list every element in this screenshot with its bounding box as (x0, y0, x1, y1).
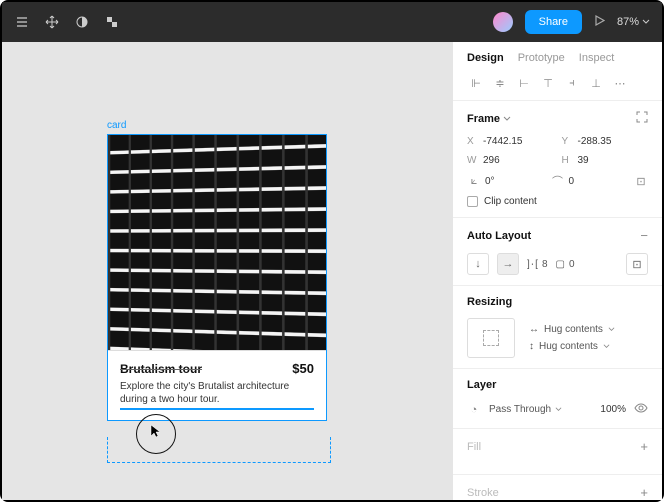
tab-design[interactable]: Design (467, 52, 504, 64)
frame-label[interactable]: card (107, 120, 126, 131)
section-auto-layout: Auto Layout − ↓ → ]۰[8 ▢0 ⊡ (453, 217, 662, 285)
align-center-v-icon[interactable]: ⫞ (563, 76, 581, 90)
align-top-icon[interactable]: ⊤ (539, 76, 557, 90)
text-selection-line (120, 408, 314, 410)
align-bottom-icon[interactable]: ⊥ (587, 76, 605, 90)
align-right-icon[interactable]: ⊢ (515, 76, 533, 90)
resize-constraint-widget[interactable] (467, 318, 515, 358)
align-center-h-icon[interactable]: ≑ (491, 76, 509, 90)
radius-value[interactable]: 0 (569, 176, 575, 187)
zoom-dropdown[interactable]: 87% (617, 16, 650, 28)
present-icon[interactable] (594, 15, 605, 29)
add-fill-icon[interactable]: + (640, 439, 648, 454)
add-stroke-icon[interactable]: + (640, 485, 648, 500)
tab-inspect[interactable]: Inspect (579, 52, 614, 64)
opacity-value[interactable]: 100% (600, 404, 626, 415)
tab-prototype[interactable]: Prototype (518, 52, 565, 64)
resizing-title: Resizing (467, 296, 512, 308)
section-frame: Frame X -7442.15 Y -288.35 W 296 H 39 ⟀ 0° ⌒ 0… (453, 100, 662, 217)
section-stroke: Stroke + (453, 474, 662, 500)
align-left-icon[interactable]: ⊩ (467, 76, 485, 90)
blend-mode-dropdown[interactable]: Pass Through (489, 404, 562, 415)
card-image (108, 135, 326, 350)
top-toolbar: Share 87% (2, 2, 662, 42)
section-fill: Fill + (453, 428, 662, 474)
auto-layout-title: Auto Layout (467, 230, 531, 242)
contrast-icon[interactable] (74, 14, 90, 30)
resize-guide (107, 437, 331, 463)
share-button[interactable]: Share (525, 10, 582, 34)
card-title[interactable]: Brutalism tour (120, 362, 202, 376)
layer-title: Layer (467, 379, 496, 391)
radius-icon: ⌒ (551, 174, 565, 188)
resize-vertical-dropdown[interactable]: ↕Hug contents (529, 341, 615, 352)
fit-frame-icon[interactable] (636, 111, 648, 126)
move-tool-icon[interactable] (44, 14, 60, 30)
alignment-row: ⊩ ≑ ⊢ ⊤ ⫞ ⊥ ⋯ (453, 72, 662, 100)
h-value[interactable]: 39 (578, 155, 589, 166)
rotation-icon: ⟀ (467, 174, 481, 188)
y-label: Y (562, 136, 574, 147)
properties-panel: Design Prototype Inspect ⊩ ≑ ⊢ ⊤ ⫞ ⊥ ⋯ F… (452, 42, 662, 500)
stroke-title: Stroke (467, 487, 499, 499)
card-price[interactable]: $50 (292, 361, 314, 376)
visibility-icon[interactable] (634, 401, 648, 418)
rotation-value[interactable]: 0° (485, 176, 495, 187)
resize-horizontal-dropdown[interactable]: ↔Hug contents (529, 324, 615, 335)
padding-input[interactable]: ▢0 (556, 259, 575, 270)
frame-section-title[interactable]: Frame (467, 113, 511, 125)
distribute-icon[interactable]: ⋯ (611, 76, 629, 90)
direction-horizontal-button[interactable]: → (497, 253, 519, 275)
fill-title: Fill (467, 441, 481, 453)
spacing-input[interactable]: ]۰[8 (527, 259, 548, 270)
section-resizing: Resizing ↔Hug contents ↕Hug contents (453, 285, 662, 368)
remove-auto-layout-icon[interactable]: − (640, 228, 648, 243)
avatar[interactable] (493, 12, 513, 32)
menu-icon[interactable] (14, 14, 30, 30)
components-icon[interactable] (104, 14, 120, 30)
x-label: X (467, 136, 479, 147)
h-label: H (562, 155, 574, 166)
card-frame[interactable]: Brutalism tour $50 Explore the city's Br… (107, 134, 327, 421)
clip-content-checkbox[interactable] (467, 196, 478, 207)
clip-content-label: Clip content (484, 196, 537, 207)
x-value[interactable]: -7442.15 (483, 136, 522, 147)
blend-mode-icon: ◔ (467, 403, 481, 417)
section-layer: Layer ◔ Pass Through 100% (453, 368, 662, 428)
w-label: W (467, 155, 479, 166)
independent-corners-icon[interactable]: ⊡ (634, 174, 648, 188)
y-value[interactable]: -288.35 (578, 136, 612, 147)
canvas[interactable]: card Brutalism tour $50 Explore the city… (2, 42, 452, 500)
alignment-box-button[interactable]: ⊡ (626, 253, 648, 275)
card-description[interactable]: Explore the city's Brutalist architectur… (120, 380, 314, 406)
w-value[interactable]: 296 (483, 155, 500, 166)
card-body: Brutalism tour $50 Explore the city's Br… (108, 350, 326, 420)
direction-vertical-button[interactable]: ↓ (467, 253, 489, 275)
